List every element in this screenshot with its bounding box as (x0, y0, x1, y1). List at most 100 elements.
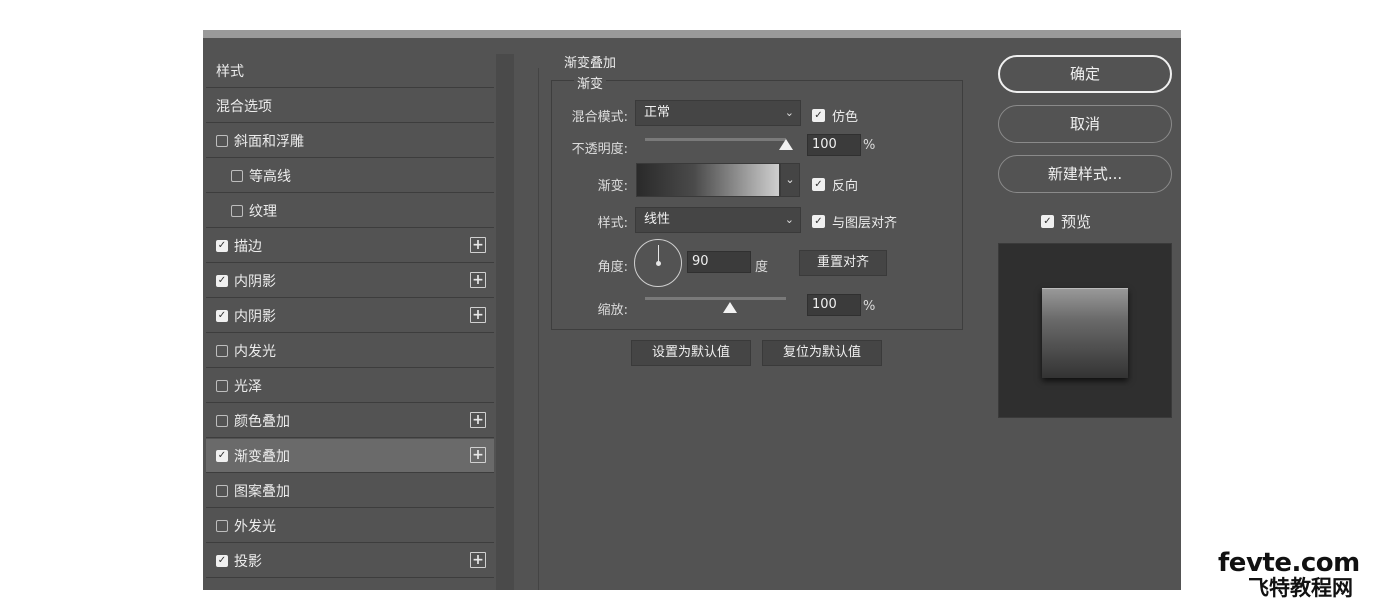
checkbox-checked[interactable]: ✓ (216, 554, 228, 567)
list-item-inner-shadow[interactable]: ✓ 内阴影 + (206, 264, 494, 298)
add-effect-icon[interactable]: + (470, 412, 486, 428)
checkbox-checked[interactable]: ✓ (812, 109, 825, 122)
style-list: 样式 混合选项 斜面和浮雕 等高线 纹理 ✓ 描边 + ✓ 内阴影 + ✓ 内阴… (206, 54, 496, 590)
add-effect-icon[interactable]: + (470, 552, 486, 568)
preview-pane (998, 243, 1172, 418)
chevron-down-icon: ⌄ (784, 106, 794, 119)
list-item-color-overlay[interactable]: 颜色叠加 + (206, 404, 494, 438)
checkbox-checked[interactable]: ✓ (216, 239, 228, 252)
checkbox-checked[interactable]: ✓ (216, 449, 228, 462)
list-item-label: 投影 (234, 553, 262, 570)
list-item-label: 渐变叠加 (234, 448, 290, 465)
opacity-slider-track[interactable] (645, 138, 786, 141)
list-item-inner-glow[interactable]: 内发光 (206, 334, 494, 368)
blend-mode-select[interactable]: 正常 ⌄ (635, 100, 801, 126)
list-item-label: 内阴影 (234, 308, 276, 325)
chevron-down-icon: ⌄ (784, 213, 794, 226)
chevron-down-icon[interactable]: ⌄ (780, 163, 800, 197)
layer-style-dialog: 样式 混合选项 斜面和浮雕 等高线 纹理 ✓ 描边 + ✓ 内阴影 + ✓ 内阴… (203, 30, 1181, 590)
list-item-label: 等高线 (249, 168, 291, 185)
list-item-stroke[interactable]: ✓ 描边 + (206, 229, 494, 263)
list-item-outer-glow[interactable]: 外发光 (206, 509, 494, 543)
ok-button[interactable]: 确定 (998, 55, 1172, 93)
angle-input[interactable]: 90 (687, 251, 751, 273)
list-item-texture[interactable]: 纹理 (206, 194, 494, 228)
new-style-button[interactable]: 新建样式... (998, 155, 1172, 193)
style-select[interactable]: 线性 ⌄ (635, 207, 801, 233)
watermark-logo-cn: 飞特教程网 (1248, 576, 1353, 600)
align-layer-checkbox[interactable]: ✓ 与图层对齐 (812, 212, 897, 231)
opacity-input[interactable]: 100 (807, 134, 861, 156)
preview-checkbox[interactable]: ✓ 预览 (1041, 211, 1091, 232)
angle-label: 角度: (597, 260, 628, 275)
list-item-satin[interactable]: 光泽 (206, 369, 494, 403)
checkbox[interactable] (216, 134, 228, 147)
checkbox[interactable] (216, 344, 228, 357)
align-layer-label: 与图层对齐 (832, 216, 898, 231)
opacity-slider-thumb[interactable] (779, 139, 793, 150)
group-title: 渐变叠加 (561, 52, 620, 71)
style-value: 线性 (644, 212, 671, 227)
preview-label: 预览 (1061, 213, 1092, 231)
scale-slider-track[interactable] (645, 297, 786, 300)
checkbox[interactable] (216, 484, 228, 497)
reset-default-button[interactable]: 复位为默认值 (762, 340, 882, 366)
checkbox[interactable] (231, 204, 243, 217)
list-item-label: 图案叠加 (234, 483, 290, 500)
checkbox-checked[interactable]: ✓ (1041, 215, 1054, 228)
list-item-label: 颜色叠加 (234, 413, 290, 430)
checkbox[interactable] (216, 519, 228, 532)
blend-mode-value: 正常 (644, 105, 671, 120)
style-list-header-label: 样式 (216, 63, 244, 80)
gradient-label: 渐变: (597, 179, 628, 194)
list-item-label: 描边 (234, 238, 262, 255)
preview-thumbnail (1042, 288, 1128, 378)
set-default-button[interactable]: 设置为默认值 (631, 340, 751, 366)
checkbox[interactable] (231, 169, 243, 182)
scale-label: 缩放: (597, 303, 628, 318)
angle-unit: 度 (755, 260, 769, 275)
dither-label: 仿色 (832, 110, 859, 125)
list-item-label: 纹理 (249, 203, 277, 220)
blend-mode-label: 混合模式: (571, 110, 628, 125)
list-item-label: 外发光 (234, 518, 276, 535)
scale-unit: % (863, 299, 876, 314)
scrollbar[interactable] (496, 54, 514, 590)
list-item-label: 光泽 (234, 378, 262, 395)
list-item-label: 混合选项 (216, 98, 272, 115)
add-effect-icon[interactable]: + (470, 272, 486, 288)
checkbox-checked[interactable]: ✓ (812, 215, 825, 228)
reverse-checkbox[interactable]: ✓ 反向 (812, 175, 858, 194)
list-item-bevel-emboss[interactable]: 斜面和浮雕 (206, 124, 494, 158)
dial-center (656, 261, 661, 266)
angle-dial[interactable] (634, 239, 682, 287)
scale-slider-thumb[interactable] (722, 302, 737, 313)
gradient-swatch[interactable] (636, 163, 780, 197)
sub-title: 渐变 (574, 73, 607, 92)
list-item-blend-options[interactable]: 混合选项 (206, 89, 494, 123)
reverse-label: 反向 (832, 179, 859, 194)
list-item-contour[interactable]: 等高线 (206, 159, 494, 193)
add-effect-icon[interactable]: + (470, 447, 486, 463)
opacity-label: 不透明度: (571, 142, 628, 157)
list-item-label: 内发光 (234, 343, 276, 360)
add-effect-icon[interactable]: + (470, 307, 486, 323)
scale-input[interactable]: 100 (807, 294, 861, 316)
add-effect-icon[interactable]: + (470, 237, 486, 253)
checkbox-checked[interactable]: ✓ (216, 274, 228, 287)
list-item-gradient-overlay[interactable]: ✓ 渐变叠加 + (206, 439, 494, 473)
list-item-inner-shadow-2[interactable]: ✓ 内阴影 + (206, 299, 494, 333)
checkbox[interactable] (216, 379, 228, 392)
list-item-drop-shadow[interactable]: ✓ 投影 + (206, 544, 494, 578)
dither-checkbox[interactable]: ✓ 仿色 (812, 106, 858, 125)
checkbox-checked[interactable]: ✓ (216, 309, 228, 322)
list-item-pattern-overlay[interactable]: 图案叠加 (206, 474, 494, 508)
opacity-unit: % (863, 138, 876, 153)
style-list-header[interactable]: 样式 (206, 54, 494, 88)
checkbox-checked[interactable]: ✓ (812, 178, 825, 191)
reset-alignment-button[interactable]: 重置对齐 (799, 250, 887, 276)
cancel-button[interactable]: 取消 (998, 105, 1172, 143)
divider (538, 68, 539, 590)
title-bar[interactable] (203, 30, 1181, 38)
checkbox[interactable] (216, 414, 228, 427)
